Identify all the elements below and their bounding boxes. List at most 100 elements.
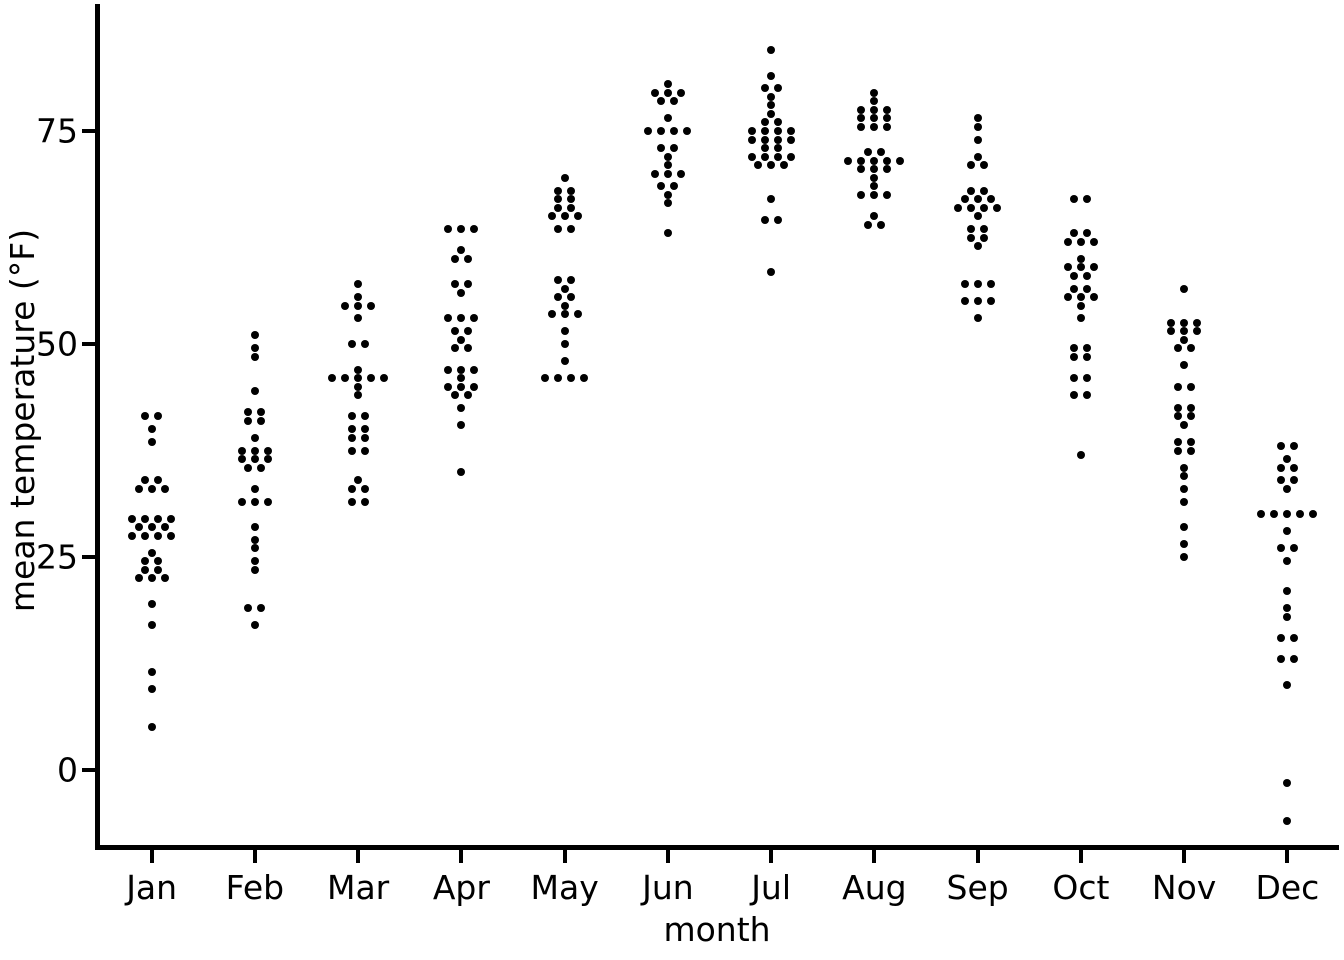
x-axis-tick-mark (975, 850, 980, 863)
data-point (980, 224, 989, 233)
data-point (1070, 271, 1079, 280)
data-point (141, 565, 150, 574)
data-point (1276, 633, 1285, 642)
data-point (573, 310, 582, 319)
data-point (457, 314, 466, 323)
data-point (980, 161, 989, 170)
data-point (1076, 263, 1085, 272)
data-point (663, 190, 672, 199)
data-point (993, 203, 1002, 212)
data-point (250, 565, 259, 574)
y-axis-tick-label: 25 (36, 537, 78, 577)
data-point (760, 118, 769, 127)
data-point (883, 114, 892, 123)
data-point (1180, 284, 1189, 293)
data-point (973, 297, 982, 306)
data-point (1083, 195, 1092, 204)
y-axis-tick-label: 0 (57, 750, 78, 790)
data-point (147, 548, 156, 557)
data-point (1083, 391, 1092, 400)
data-point (883, 165, 892, 174)
data-point (980, 186, 989, 195)
x-axis-tick-mark (252, 850, 257, 863)
data-point (1276, 655, 1285, 664)
data-point (883, 105, 892, 114)
data-point (870, 114, 879, 123)
data-point (786, 152, 795, 161)
data-point (257, 463, 266, 472)
data-point (767, 46, 776, 55)
data-point (986, 297, 995, 306)
data-point (676, 169, 685, 178)
data-point (560, 212, 569, 221)
data-point (967, 233, 976, 242)
data-point (1083, 284, 1092, 293)
data-point (1070, 284, 1079, 293)
data-point (870, 182, 879, 191)
data-point (237, 446, 246, 455)
data-point (354, 365, 363, 374)
data-point (883, 156, 892, 165)
data-point (1070, 195, 1079, 204)
data-point (1283, 557, 1292, 566)
data-point (857, 156, 866, 165)
data-point (1276, 442, 1285, 451)
data-point (250, 331, 259, 340)
data-point (134, 484, 143, 493)
data-point (457, 382, 466, 391)
data-point (676, 88, 685, 97)
data-point (663, 88, 672, 97)
data-point (967, 224, 976, 233)
data-point (747, 135, 756, 144)
data-point (1180, 318, 1189, 327)
data-point (960, 195, 969, 204)
data-point (341, 374, 350, 383)
data-point (128, 514, 137, 523)
data-point (457, 246, 466, 255)
data-point (257, 408, 266, 417)
data-point (876, 148, 885, 157)
data-point (147, 723, 156, 732)
data-point (1186, 446, 1195, 455)
y-axis-tick-mark (82, 768, 95, 772)
data-point (1180, 540, 1189, 549)
data-point (1186, 412, 1195, 421)
data-point (1289, 655, 1298, 664)
data-point (554, 224, 563, 233)
data-point (663, 80, 672, 89)
data-point (360, 340, 369, 348)
data-point (360, 484, 369, 493)
data-point (1167, 327, 1176, 336)
data-point (147, 523, 156, 532)
data-point (347, 425, 356, 434)
data-point (1193, 318, 1202, 327)
data-point (450, 280, 459, 289)
data-point (263, 446, 272, 455)
data-point (760, 216, 769, 225)
data-point (1283, 604, 1292, 613)
data-point (541, 374, 550, 383)
data-point (883, 190, 892, 199)
data-point (1076, 314, 1085, 323)
data-point (663, 161, 672, 170)
data-point (567, 195, 576, 204)
data-point (154, 557, 163, 566)
data-point (1063, 293, 1072, 302)
data-point (883, 122, 892, 131)
data-point (857, 114, 866, 123)
data-point (547, 310, 556, 319)
data-point (747, 127, 756, 135)
data-point (444, 382, 453, 391)
data-point (147, 599, 156, 608)
data-point (134, 574, 143, 583)
data-point (444, 314, 453, 323)
data-point (147, 437, 156, 446)
data-point (141, 531, 150, 540)
data-point (1173, 382, 1182, 391)
data-point (450, 254, 459, 263)
x-axis-tick-mark (769, 850, 774, 863)
data-point (167, 514, 176, 523)
data-point (870, 212, 879, 221)
data-point (134, 523, 143, 532)
data-point (463, 280, 472, 289)
